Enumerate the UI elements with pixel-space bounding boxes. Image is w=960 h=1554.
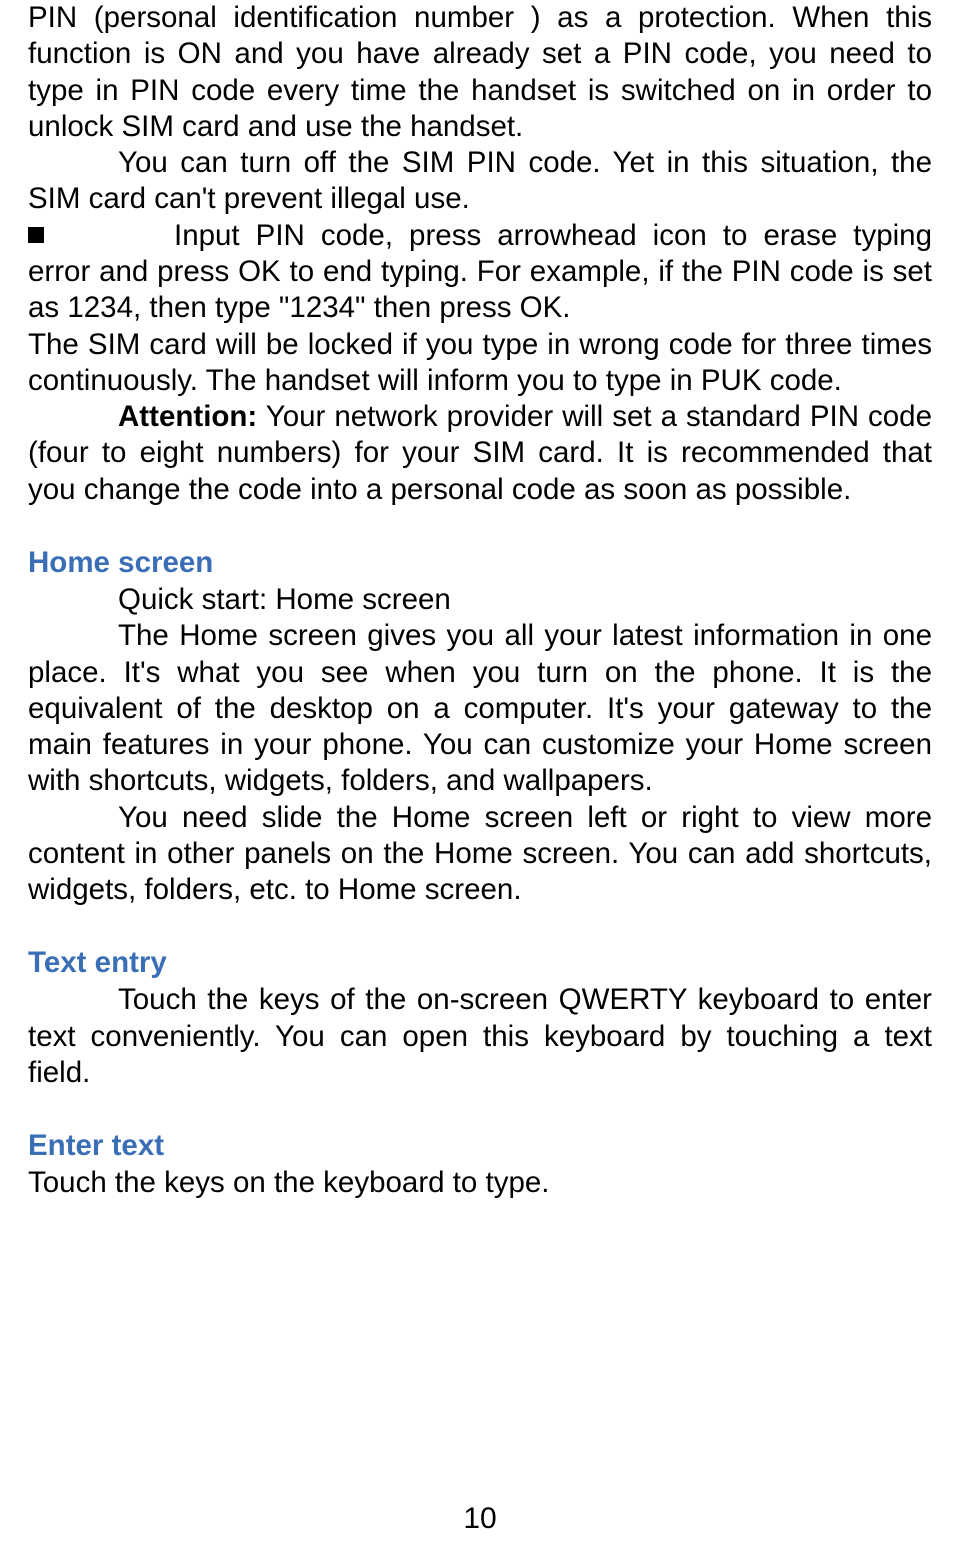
heading-enter-text: Enter text	[28, 1129, 932, 1163]
paragraph-pin-off: You can turn off the SIM PIN code. Yet i…	[28, 145, 932, 218]
bullet-text: Input PIN code, press arrowhead icon to …	[28, 219, 932, 325]
document-page: PIN (personal identification number ) as…	[0, 0, 960, 1554]
heading-home-screen: Home screen	[28, 546, 932, 580]
page-number: 10	[0, 1502, 960, 1536]
square-bullet-icon	[28, 227, 44, 243]
paragraph-pin-intro: PIN (personal identification number ) as…	[28, 0, 932, 145]
text-entry-paragraph: Touch the keys of the on-screen QWERTY k…	[28, 982, 932, 1091]
home-quick-start: Quick start: Home screen	[28, 582, 932, 618]
paragraph-sim-lock: The SIM card will be locked if you type …	[28, 327, 932, 400]
enter-text-paragraph: Touch the keys on the keyboard to type.	[28, 1165, 932, 1201]
heading-text-entry: Text entry	[28, 946, 932, 980]
attention-label: Attention:	[118, 400, 257, 433]
home-description: The Home screen gives you all your lates…	[28, 618, 932, 799]
paragraph-attention: Attention: Your network provider will se…	[28, 399, 932, 508]
home-slide: You need slide the Home screen left or r…	[28, 800, 932, 909]
bullet-item: Input PIN code, press arrowhead icon to …	[28, 218, 932, 327]
